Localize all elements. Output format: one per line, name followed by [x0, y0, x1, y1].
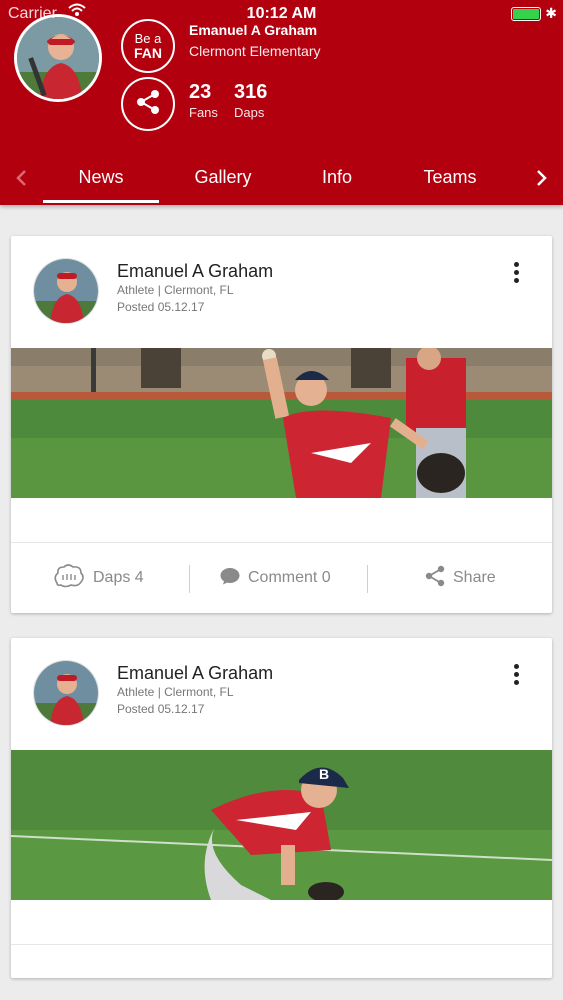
- status-bar: Carrier 10:12 AM ✱: [0, 0, 563, 28]
- daps-icon: [53, 563, 85, 594]
- tab-teams[interactable]: Teams: [408, 150, 492, 205]
- battery-icon: [511, 7, 541, 21]
- post-photo[interactable]: [11, 348, 552, 498]
- post-author-subtitle: Athlete | Clermont, FL: [117, 685, 234, 699]
- kebab-menu-icon[interactable]: [508, 664, 524, 690]
- bluetooth-icon: ✱: [545, 5, 557, 21]
- daps-label: Daps: [234, 105, 265, 120]
- kebab-menu-icon[interactable]: [508, 262, 524, 288]
- daps-label: Daps 4: [93, 569, 144, 586]
- fans-label: Fans: [189, 105, 218, 120]
- post-photo[interactable]: B: [11, 750, 552, 900]
- fans-count: 23: [189, 81, 212, 103]
- daps-stat[interactable]: 316 Daps: [234, 81, 267, 120]
- share-icon: [425, 565, 445, 592]
- share-button[interactable]: Share: [425, 543, 496, 613]
- post-author-avatar[interactable]: [33, 660, 99, 726]
- tab-gallery[interactable]: Gallery: [178, 150, 268, 205]
- comment-label: Comment 0: [248, 569, 331, 586]
- chevron-left-icon[interactable]: [6, 150, 36, 205]
- post-author-subtitle: Athlete | Clermont, FL: [117, 283, 234, 297]
- post-author-avatar[interactable]: [33, 258, 99, 324]
- status-time: 10:12 AM: [246, 5, 317, 22]
- action-divider: [367, 565, 368, 593]
- post-author-name[interactable]: Emanuel A Graham: [117, 261, 273, 282]
- post-date: Posted 05.12.17: [117, 702, 205, 716]
- fans-stat[interactable]: 23 Fans: [189, 81, 218, 120]
- fan-button-line2: FAN: [134, 45, 162, 61]
- card-divider: [11, 944, 552, 945]
- comment-icon: [220, 567, 240, 590]
- tab-info[interactable]: Info: [303, 150, 371, 205]
- comment-button[interactable]: Comment 0: [220, 543, 331, 613]
- fan-button-line1: Be a: [134, 31, 162, 46]
- share-label: Share: [453, 569, 496, 586]
- tab-news[interactable]: News: [43, 150, 159, 205]
- post-actions: Daps 4 Comment 0 Share: [11, 543, 552, 613]
- profile-share-button[interactable]: [121, 77, 175, 131]
- chevron-right-icon[interactable]: [527, 150, 557, 205]
- action-divider: [189, 565, 190, 593]
- profile-school: Clermont Elementary: [189, 43, 321, 59]
- daps-count: 316: [234, 81, 268, 103]
- daps-button[interactable]: Daps 4: [53, 543, 144, 613]
- profile-header: Be a FAN Emanuel A Graham Clermont Eleme…: [0, 0, 563, 205]
- svg-text:B: B: [319, 766, 329, 782]
- profile-tabs: News Gallery Info Teams: [0, 150, 563, 205]
- post-date: Posted 05.12.17: [117, 300, 205, 314]
- share-icon: [133, 87, 163, 122]
- post-author-name[interactable]: Emanuel A Graham: [117, 663, 273, 684]
- post-card: Emanuel A Graham Athlete | Clermont, FL …: [11, 236, 552, 613]
- post-card: Emanuel A Graham Athlete | Clermont, FL …: [11, 638, 552, 978]
